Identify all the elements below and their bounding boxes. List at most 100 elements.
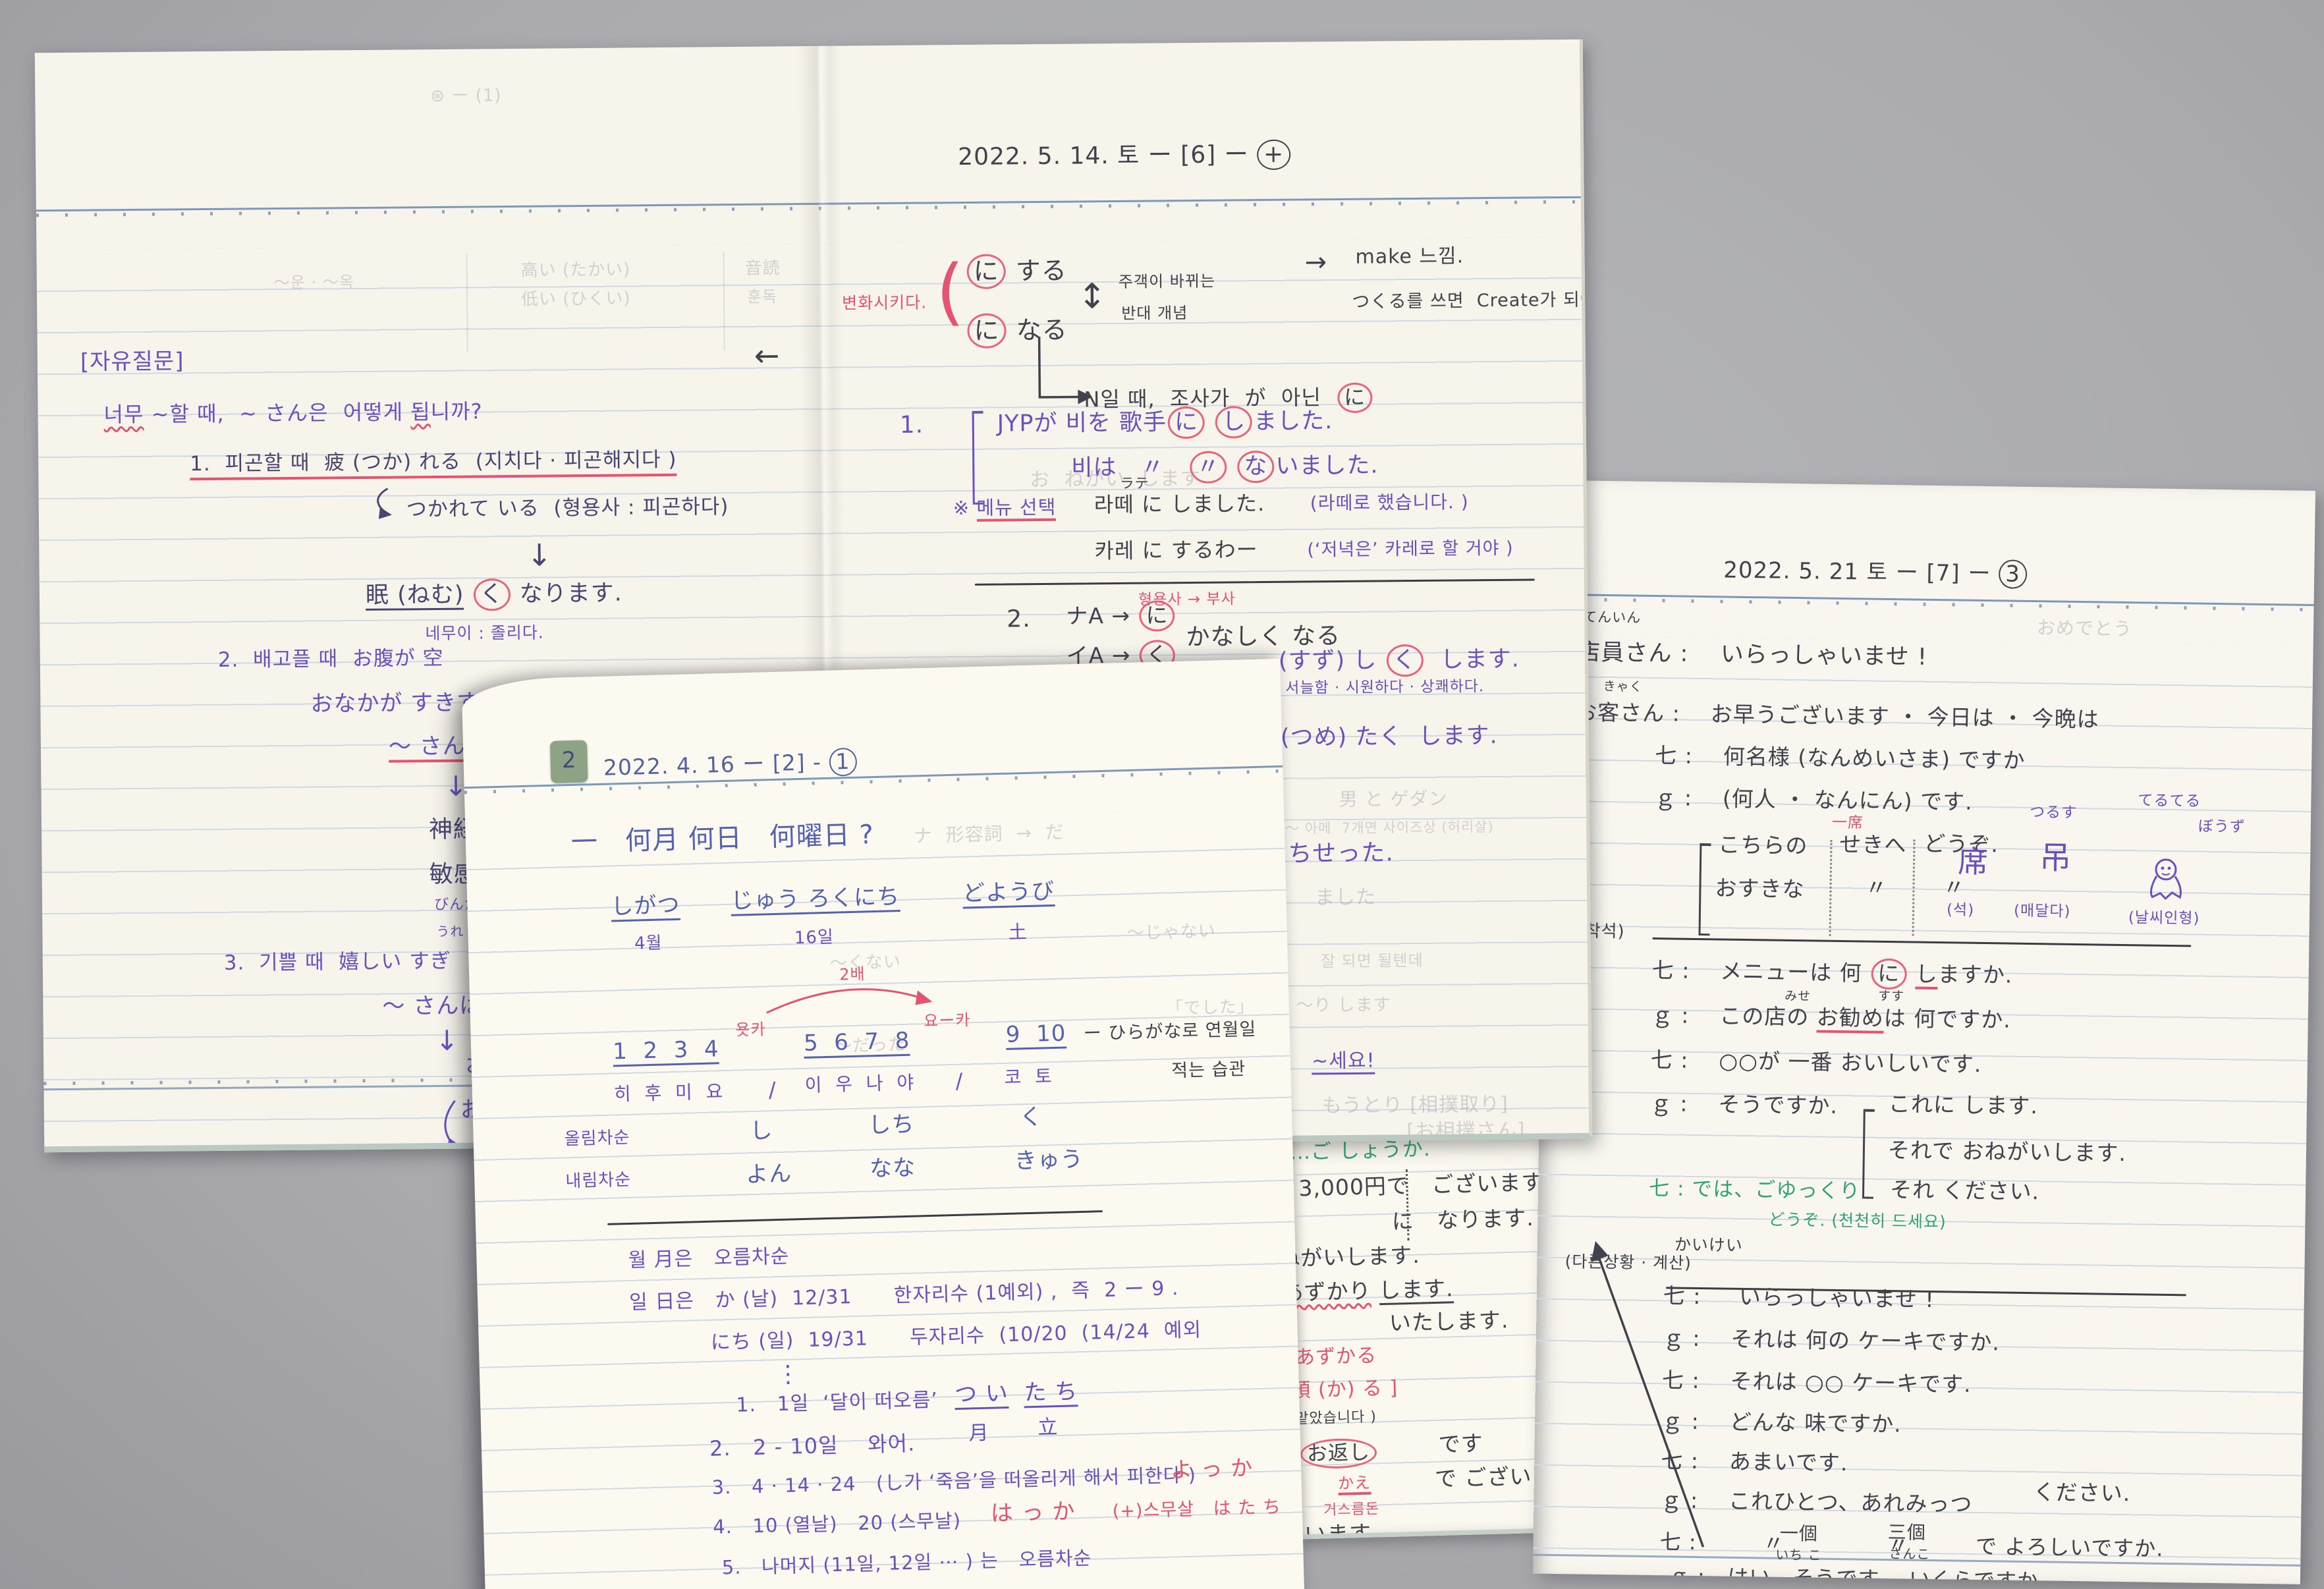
- handwritten-text: 七 : メニューは 何 に しますか.: [1651, 955, 2012, 991]
- curve-arrow: [363, 484, 410, 524]
- handwritten-text: 욧카: [735, 1020, 766, 1040]
- handwritten-text: よん: [746, 1160, 792, 1188]
- handwritten-text: (매달다): [2014, 903, 2071, 921]
- handwritten-text: 高い (たかい): [521, 260, 631, 281]
- handwritten-text: ナ 形容詞 → だ: [913, 821, 1065, 847]
- handwritten-text: 七 : ○○が 一番 おいしいです.: [1651, 1047, 1982, 1078]
- handwritten-text: 〃: [1865, 876, 1888, 901]
- photo-of-notebooks: …ご しょうか.더 필요한 건 없으십니까?3,000円で ございます.に なり…: [0, 0, 2324, 1589]
- handwritten-text: それで おねがいします.: [1888, 1138, 2127, 1167]
- handwritten-text: →: [1304, 247, 1327, 278]
- handwritten-text: (つめ) たく します.: [1281, 723, 1498, 752]
- handwritten-text: 低い (ひくい): [521, 289, 631, 310]
- index-tab-label: 2: [561, 747, 576, 774]
- handwritten-text: あずかる: [1295, 1344, 1377, 1370]
- notebook-page-521: 2022. 5. 21 토 ー [7] ー 3おめでとうてんいん店員さん : い…: [1533, 480, 2315, 1584]
- handwritten-text: 너무 ~할 때, ~ さん은 어떻게 됩니까?: [103, 399, 482, 428]
- handwritten-text: 〜じゃない: [1126, 921, 1216, 943]
- handwritten-text: ↕: [1078, 277, 1107, 318]
- elbow-arrow: [1022, 333, 1122, 420]
- handwritten-text: [자유질문]: [80, 348, 184, 375]
- handwritten-text: 코 토: [1004, 1065, 1053, 1088]
- handwritten-text: 훈독: [747, 287, 777, 306]
- handwritten-text: 預 (か) る ]: [1290, 1376, 1398, 1403]
- handwritten-text: 올림차순: [564, 1128, 630, 1150]
- handwritten-text: てるてる: [2138, 792, 2201, 810]
- handwritten-text: つかれて いる (형용사 : 피곤하다): [406, 495, 729, 522]
- handwritten-text: うれ: [436, 924, 464, 940]
- handwritten-text: 七 : あまいです.: [1661, 1448, 1848, 1476]
- handwritten-text: ｇ : これひとつ、あれみっつ: [1660, 1488, 1972, 1518]
- handwritten-text: せきへ: [1839, 832, 1907, 858]
- handwritten-text: 1. 피곤할 때 疲 (つか) れる (지치다 · 피곤해지다 ): [190, 448, 677, 480]
- handwritten-text: 七 : 何名様 (なんめいさま) ですか: [1655, 743, 2026, 774]
- handwritten-text: 〜り します: [1296, 995, 1391, 1016]
- handwritten-text: ラテ: [1120, 476, 1149, 492]
- handwritten-text: どようび: [962, 878, 1055, 907]
- handwritten-text: 七 : では、ごゆっくり: [1649, 1177, 1861, 1204]
- handwritten-text: 〃: [1943, 875, 1966, 901]
- handwritten-text: 男 と ゲダン: [1339, 788, 1448, 810]
- handwritten-text: 9 10: [1005, 1020, 1066, 1047]
- handwritten-text: 音読: [745, 258, 781, 279]
- handwritten-text: 반대 개념: [1121, 304, 1188, 323]
- handwritten-text: に なります.: [1391, 1206, 1534, 1235]
- handwritten-text: 七 : いらっしゃいませ !: [1663, 1283, 1935, 1313]
- handwritten-text: (: [935, 249, 965, 335]
- handwritten-text: 七 : それは ○○ ケーキです.: [1662, 1368, 1972, 1397]
- handwritten-text: 3. 기쁠 때 嬉しい すぎ: [224, 949, 452, 976]
- handwritten-text: おすきな: [1715, 876, 1805, 903]
- handwritten-text: ⋮: [776, 1360, 801, 1389]
- handwritten-text: かえ: [1338, 1474, 1371, 1493]
- handwritten-text: お ねがい します: [1030, 467, 1200, 492]
- handwritten-text: は っ か: [990, 1498, 1076, 1526]
- handwritten-text: 月: [968, 1422, 989, 1445]
- handwritten-text: じゅう ろくにち: [731, 883, 900, 914]
- handwritten-text: ください.: [2033, 1480, 2130, 1507]
- handwritten-text: 거스름돈: [1323, 1501, 1380, 1519]
- handwritten-text: 1 2 3 4: [613, 1036, 719, 1065]
- handwritten-text: おなかが すきす: [310, 689, 480, 717]
- handwritten-text: 眠 (ねむ) く なります.: [366, 578, 622, 613]
- handwritten-text: ※ 메뉴 선택: [953, 496, 1057, 520]
- handwritten-text: に する: [965, 254, 1067, 289]
- handwritten-text: いたします.: [1389, 1308, 1508, 1337]
- bracket-example1: [972, 411, 985, 505]
- handwritten-text: しがつ: [611, 892, 680, 920]
- handwritten-text: こちらの: [1718, 832, 1808, 859]
- handwritten-text: 2022. 5. 14. 토 ー [6] ー +: [958, 140, 1290, 173]
- handwritten-text: (라떼로 했습니다. ): [1310, 491, 1469, 514]
- handwritten-text: お返し: [1298, 1437, 1378, 1469]
- handwritten-text: どうぞ. (천천히 드세요): [1768, 1210, 1947, 1232]
- handwritten-text: /: [768, 1078, 777, 1103]
- handwritten-text: 吊: [2039, 839, 2072, 877]
- handwritten-text: これに します.: [1889, 1092, 2039, 1119]
- handwritten-text: 월 月은 오름차순: [628, 1245, 790, 1273]
- handwritten-text: 5 6 7 8: [804, 1028, 910, 1057]
- handwritten-text: あずかり します.: [1281, 1276, 1454, 1306]
- handwritten-text: 土: [1008, 921, 1028, 943]
- handwritten-text: 적는 습관: [1171, 1059, 1246, 1082]
- handwritten-text: 요ー카: [924, 1011, 971, 1030]
- handwritten-text: 1.: [900, 412, 924, 440]
- handwritten-text: なな: [870, 1155, 916, 1183]
- handwritten-text: 잘 되면 될텐데: [1321, 951, 1424, 971]
- handwritten-text: つくる를 쓰면 Create가 되어 이상해진다.: [1352, 289, 1592, 312]
- handwritten-text: 2. 배고플 때 お腹が 空: [218, 646, 444, 673]
- handwritten-text: しち: [868, 1111, 915, 1139]
- handwritten-text: てんいん: [1583, 609, 1641, 626]
- handwritten-text: ｇ : そうですか.: [1650, 1091, 1839, 1119]
- handwritten-text: ぼうず: [2198, 818, 2246, 837]
- handwritten-text: /: [955, 1069, 964, 1094]
- handwritten-text: 〜운 · 〜옥: [274, 273, 354, 292]
- index-tab[interactable]: 2: [550, 740, 588, 783]
- handwritten-text: おめでとう: [2037, 617, 2132, 640]
- handwritten-text: います.: [1304, 1520, 1379, 1539]
- handwritten-text: ｇ : この店の お勧めは 何ですか.: [1651, 1003, 2012, 1034]
- handwritten-text: もうとり [相撲取り]: [1322, 1093, 1508, 1118]
- handwritten-text: かいけい: [1674, 1235, 1743, 1256]
- handwritten-text: です: [1438, 1431, 1483, 1458]
- handwritten-text: (すず) し く します.: [1279, 644, 1520, 678]
- handwritten-text: 2022. 5. 21 토 ー [7] ー 3: [1723, 555, 2027, 589]
- handwritten-text: よ っ か: [1171, 1455, 1254, 1483]
